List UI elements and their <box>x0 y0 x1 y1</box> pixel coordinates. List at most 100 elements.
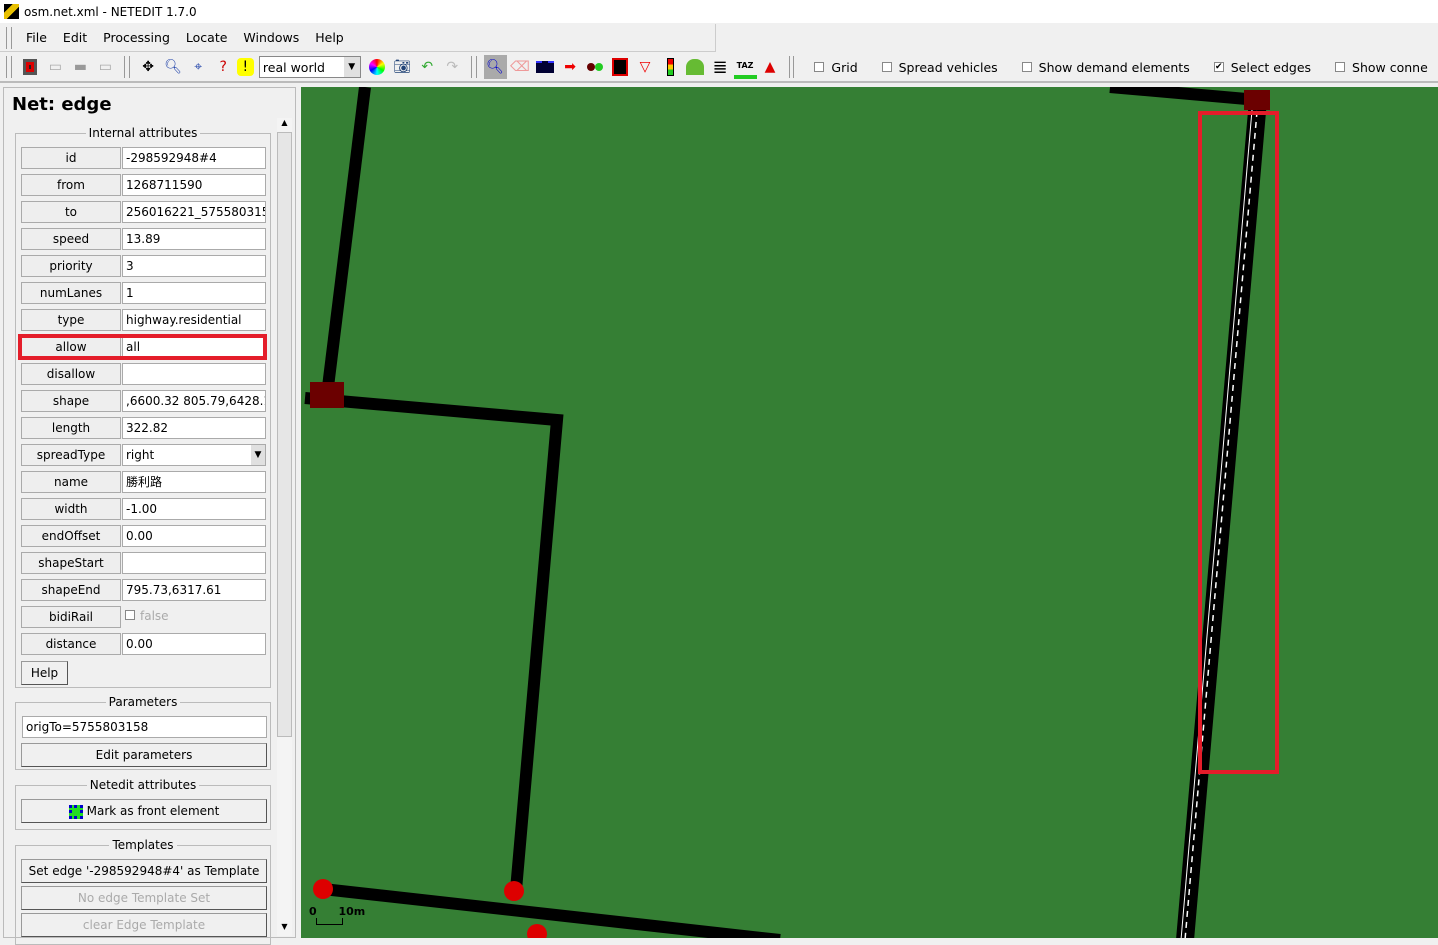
spread-vehicles-checkbox[interactable]: Spread vehicles <box>881 60 998 75</box>
view-scheme-select[interactable]: real world ▼ <box>258 56 361 78</box>
screenshot-icon[interactable]: 📷︎ <box>391 55 414 79</box>
show-demand-checkbox[interactable]: Show demand elements <box>1021 60 1190 75</box>
menu-file[interactable]: File <box>18 30 55 45</box>
attribute-input-from[interactable]: 1268711590 <box>122 174 266 196</box>
attribute-button-shapeStart[interactable]: shapeStart <box>21 552 121 574</box>
no-template-button[interactable]: No edge Template Set <box>21 886 267 910</box>
grid-checkbox[interactable]: Grid <box>814 60 858 75</box>
toolbar-grip[interactable] <box>123 56 130 78</box>
network-view[interactable]: 0 10m <box>301 87 1438 938</box>
toolbar-grip[interactable] <box>470 56 477 78</box>
menu-windows[interactable]: Windows <box>235 30 307 45</box>
attribute-button-length[interactable]: length <box>21 417 121 439</box>
connections-check-box[interactable] <box>1335 62 1346 72</box>
attribute-input-spreadType[interactable]: right ▼ <box>122 444 266 466</box>
window-title: osm.net.xml - NETEDIT 1.7.0 <box>24 4 197 19</box>
attribute-button-spreadType[interactable]: spreadType <box>21 444 121 466</box>
grid-check-box[interactable] <box>814 62 825 72</box>
attribute-input-to[interactable]: 256016221_5755803158 <box>122 201 266 223</box>
parameters-input[interactable]: origTo=5755803158 <box>22 716 267 738</box>
attribute-input-speed[interactable]: 13.89 <box>122 228 266 250</box>
attribute-input-endOffset[interactable]: 0.00 <box>122 525 266 547</box>
menu-processing[interactable]: Processing <box>95 30 178 45</box>
chevron-down-icon[interactable]: ▼ <box>251 445 265 465</box>
select-mode-icon[interactable] <box>534 55 557 79</box>
menu-grip[interactable] <box>6 26 12 49</box>
attribute-button-disallow[interactable]: disallow <box>21 363 121 385</box>
set-template-button[interactable]: Set edge '-298592948#4' as Template <box>21 859 267 883</box>
select-edges-checkbox[interactable]: ✔ Select edges <box>1213 60 1311 75</box>
attribute-input-priority[interactable]: 3 <box>122 255 266 277</box>
menu-locate[interactable]: Locate <box>178 30 236 45</box>
attribute-input-shapeEnd[interactable]: 795.73,6317.61 <box>122 579 266 601</box>
attribute-button-speed[interactable]: speed <box>21 228 121 250</box>
attribute-input-shapeStart[interactable] <box>122 552 266 574</box>
attribute-button-numLanes[interactable]: numLanes <box>21 282 121 304</box>
attribute-value: -1.00 <box>126 502 158 516</box>
attribute-input-name[interactable]: 勝利路 <box>122 471 266 493</box>
menu-edit[interactable]: Edit <box>55 30 95 45</box>
attribute-input-width[interactable]: -1.00 <box>122 498 266 520</box>
attribute-button-priority[interactable]: priority <box>21 255 121 277</box>
attribute-input-distance[interactable]: 0.00 <box>122 633 266 655</box>
attribute-input-id[interactable]: -298592948#4 <box>122 147 266 169</box>
undo-icon[interactable]: ↶ <box>416 55 439 79</box>
attribute-input-length[interactable]: 322.82 <box>122 417 266 439</box>
recenter-view-icon[interactable]: ✥ <box>137 55 160 79</box>
attribute-button-distance[interactable]: distance <box>21 633 121 655</box>
lanes-icon[interactable]: ≣ <box>709 55 732 79</box>
inspect-help-icon[interactable]: ? <box>212 55 235 79</box>
additional-mode-icon[interactable] <box>684 55 707 79</box>
save-as-icon[interactable]: ▬ <box>69 55 92 79</box>
move-mode-icon[interactable]: ➡ <box>559 55 582 79</box>
save-icon[interactable]: ▭ <box>44 55 67 79</box>
attribute-button-width[interactable]: width <box>21 498 121 520</box>
new-network-icon[interactable] <box>19 55 42 79</box>
attribute-button-shape[interactable]: shape <box>21 390 121 412</box>
scroll-down-icon[interactable]: ▼ <box>277 922 292 936</box>
color-wheel-icon[interactable] <box>366 55 389 79</box>
clear-template-button[interactable]: clear Edge Template <box>21 913 267 937</box>
mark-front-button[interactable]: Mark as front element <box>21 799 267 823</box>
prohibition-mode-icon[interactable] <box>609 55 632 79</box>
delete-mode-icon[interactable]: ⌫ <box>509 55 532 79</box>
locate-icon[interactable]: ⌖ <box>187 55 210 79</box>
toolbar-grip[interactable] <box>6 56 12 78</box>
connection-mode-icon[interactable] <box>584 55 607 79</box>
edit-parameters-button[interactable]: Edit parameters <box>21 743 267 767</box>
attribute-button-shapeEnd[interactable]: shapeEnd <box>21 579 121 601</box>
attribute-button-endOffset[interactable]: endOffset <box>21 525 121 547</box>
panel-scrollbar[interactable]: ▲ ▼ <box>277 118 292 936</box>
attribute-input-numLanes[interactable]: 1 <box>122 282 266 304</box>
taz-icon[interactable]: TAZ <box>733 55 757 79</box>
spread-check-box[interactable] <box>881 62 892 72</box>
traffic-light-icon[interactable] <box>659 55 682 79</box>
attribute-button-to[interactable]: to <box>21 201 121 223</box>
polygon-mode-icon[interactable]: ▲ <box>759 55 782 79</box>
demand-check-box[interactable] <box>1021 62 1032 72</box>
bidirail-checkbox[interactable] <box>125 610 135 620</box>
attribute-button-id[interactable]: id <box>21 147 121 169</box>
scroll-thumb[interactable] <box>277 132 292 737</box>
attribute-input-type[interactable]: highway.residential <box>122 309 266 331</box>
inspect-mode-icon[interactable]: 🔍︎ <box>483 55 507 79</box>
scroll-up-icon[interactable]: ▲ <box>277 118 292 132</box>
attribute-row-priority: priority 3 <box>21 255 266 277</box>
attribute-button-type[interactable]: type <box>21 309 121 331</box>
attribute-button-from[interactable]: from <box>21 174 121 196</box>
attribute-button-name[interactable]: name <box>21 471 121 493</box>
save-all-icon[interactable]: ▭ <box>94 55 117 79</box>
show-connections-checkbox[interactable]: Show conne <box>1335 60 1428 75</box>
tooltip-icon[interactable]: ! <box>236 58 254 76</box>
toolbar-grip[interactable] <box>788 56 795 78</box>
zoom-icon[interactable]: 🔍︎ <box>162 55 185 79</box>
help-button[interactable]: Help <box>21 661 68 685</box>
attribute-input-disallow[interactable] <box>122 363 266 385</box>
attribute-button-bidiRail[interactable]: bidiRail <box>21 606 121 628</box>
attribute-input-shape[interactable]: ,6600.32 805.79,6428.18 <box>122 390 266 412</box>
attribute-input-bidiRail[interactable]: false <box>122 606 266 628</box>
crossing-mode-icon[interactable]: ▽ <box>634 55 657 79</box>
select-edges-check-box[interactable]: ✔ <box>1213 62 1224 72</box>
redo-icon[interactable]: ↷ <box>441 55 464 79</box>
menu-help[interactable]: Help <box>307 30 352 45</box>
